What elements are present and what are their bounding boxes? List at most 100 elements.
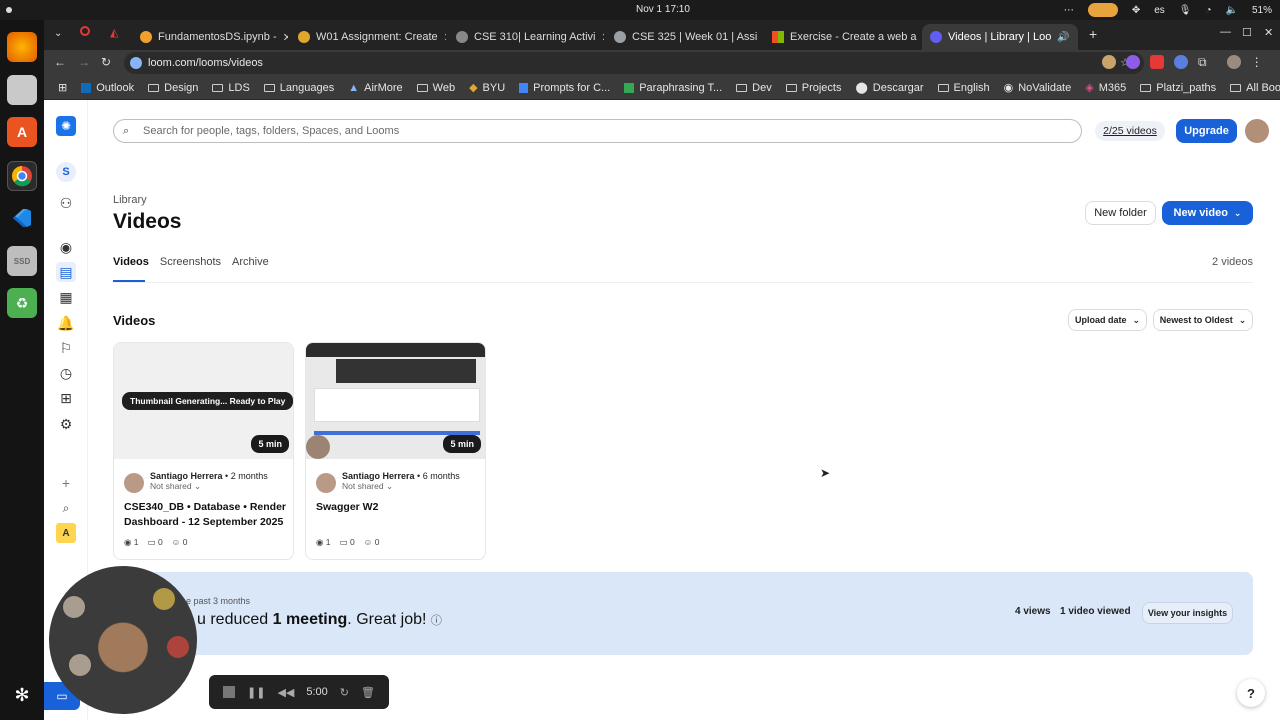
stop-icon[interactable] [223, 686, 235, 698]
calendar-icon[interactable]: ▦ [56, 287, 76, 307]
video-title[interactable]: Swagger W2 [316, 500, 478, 515]
battery-level[interactable]: 51% [1252, 5, 1272, 16]
view-insights-button[interactable]: View your insights [1142, 602, 1233, 624]
breadcrumb[interactable]: Library [113, 194, 147, 206]
volume-icon[interactable]: 🔈 [1226, 5, 1238, 16]
browser-tab[interactable]: CSE 310| Learning Activi ✕ [448, 24, 604, 50]
record-tab-icon[interactable] [80, 26, 90, 36]
profile-icon[interactable]: ◉ [56, 237, 76, 257]
profile-avatar[interactable] [1226, 55, 1241, 69]
extension-icon[interactable] [1126, 55, 1140, 69]
add-user-icon[interactable]: ⚇ [56, 193, 76, 213]
tab-archive[interactable]: Archive [232, 256, 269, 268]
activities-icon[interactable] [6, 7, 12, 13]
tab-screenshots[interactable]: Screenshots [160, 256, 221, 268]
extensions-puzzle-icon[interactable]: ⧉ [1198, 55, 1207, 70]
microphone-icon[interactable]: 🎙 [1179, 5, 1192, 16]
search-input[interactable]: ⌕ Search for people, tags, folders, Spac… [113, 119, 1082, 143]
pinned-tab-icon[interactable]: ◭ [110, 26, 118, 39]
video-thumbnail[interactable]: Thumbnail Generating... Ready to Play 5 … [114, 343, 293, 459]
extension-icon[interactable] [1102, 55, 1116, 69]
new-tab-icon[interactable]: + [1089, 26, 1097, 42]
tab-videos[interactable]: Videos [113, 256, 149, 268]
delete-icon[interactable]: 🗑 [361, 686, 375, 699]
minimize-icon[interactable]: — [1220, 26, 1231, 38]
adblock-icon[interactable] [1150, 55, 1164, 69]
bookmark-item[interactable]: Languages [263, 82, 334, 94]
gift-icon[interactable]: ⊞ [56, 388, 76, 408]
settings-gear-icon[interactable]: ⚙ [56, 414, 76, 434]
rewind-icon[interactable]: ◀◀ [277, 686, 294, 699]
workspace-avatar[interactable]: S [56, 162, 76, 182]
bookmark-item[interactable]: Web [416, 82, 455, 94]
close-window-icon[interactable]: ✕ [1264, 26, 1273, 39]
bookmark-icon[interactable]: ⚐ [56, 338, 76, 358]
sort-order-dropdown[interactable]: Newest to Oldest ⌄ [1153, 309, 1253, 331]
forward-icon[interactable]: → [78, 55, 90, 69]
browser-tab[interactable]: FundamentosDS.ipynb - ✕ [132, 24, 288, 50]
add-icon[interactable]: + [56, 473, 76, 493]
files-icon[interactable] [7, 75, 37, 105]
bookmark-item[interactable]: ⬤ Descargar [855, 81, 923, 95]
firefox-icon[interactable] [7, 32, 37, 62]
keyboard-layout[interactable]: es [1154, 5, 1165, 16]
sort-by-dropdown[interactable]: Upload date ⌄ [1068, 309, 1147, 331]
history-clock-icon[interactable]: ◷ [56, 363, 76, 383]
more-icon[interactable]: ⋯ [1064, 5, 1074, 16]
bookmark-item[interactable]: ◆ BYU [469, 81, 505, 95]
browser-tab-active[interactable]: Videos | Library | Loo 🔊✕ [922, 24, 1078, 50]
browser-tab[interactable]: CSE 325 | Week 01 | Assi✕ [606, 24, 762, 50]
author-name[interactable]: Santiago Herrera [342, 471, 415, 481]
app-center-icon[interactable]: A [7, 117, 37, 147]
author-name[interactable]: Santiago Herrera [150, 471, 223, 481]
vscode-icon[interactable] [7, 203, 37, 233]
menu-kebab-icon[interactable]: ⋮ [1251, 55, 1263, 70]
bookmark-item[interactable]: Prompts for C... [519, 82, 610, 94]
site-info-icon[interactable] [130, 57, 142, 69]
upgrade-button[interactable]: Upgrade [1176, 119, 1237, 143]
sharing-status[interactable]: Not shared [150, 481, 192, 491]
back-icon[interactable]: ← [54, 55, 66, 69]
os-clock[interactable]: Nov 1 17:10 [636, 4, 690, 15]
restart-icon[interactable]: ↻ [340, 686, 349, 699]
bookmark-item[interactable]: LDS [212, 82, 250, 94]
info-icon[interactable]: ⓘ [431, 615, 442, 627]
bookmark-item[interactable]: ▲ AirMore [348, 82, 402, 94]
address-bar[interactable]: loom.com/looms/videos ☆ [124, 52, 1144, 74]
bookmark-item[interactable]: Paraphrasing T... [624, 82, 722, 94]
close-icon[interactable]: ✕ [601, 31, 604, 44]
bookmark-item[interactable]: Outlook [81, 82, 134, 94]
library-icon[interactable]: ▤ [56, 262, 76, 282]
browser-tab[interactable]: Exercise - Create a web a✕ [764, 24, 920, 50]
reload-icon[interactable]: ↻ [101, 55, 111, 69]
bookmark-item[interactable]: Platzi_paths [1140, 82, 1216, 94]
apps-grid-icon[interactable]: ⊞ [58, 81, 67, 94]
search-icon[interactable]: ⌕ [56, 498, 76, 518]
drive-ssd-icon[interactable]: SSD [7, 246, 37, 276]
video-card[interactable]: Thumbnail Generating... Ready to Play 5 … [113, 342, 294, 560]
accessibility-icon[interactable]: ✥ [1132, 5, 1140, 16]
user-initial-avatar[interactable]: A [56, 523, 76, 543]
bookmark-item[interactable]: ◉ NoValidate [1004, 81, 1072, 95]
tab-search-icon[interactable]: ⌄ [54, 28, 62, 39]
avatar[interactable] [1245, 119, 1269, 143]
help-button[interactable]: ? [1237, 679, 1265, 707]
webcam-bubble[interactable] [49, 566, 197, 714]
show-apps-icon[interactable]: ✻ [7, 680, 37, 710]
browser-tab[interactable]: W01 Assignment: Create ✕ [290, 24, 446, 50]
video-thumbnail[interactable]: 5 min [306, 343, 485, 459]
bookmark-item[interactable]: ◈ M365 [1085, 81, 1126, 95]
new-video-button[interactable]: New video ⌄ [1162, 201, 1253, 225]
new-folder-button[interactable]: New folder [1085, 201, 1156, 225]
extension-icon[interactable] [1174, 55, 1188, 69]
audio-icon[interactable]: 🔊 [1057, 32, 1069, 43]
pause-icon[interactable]: ❚❚ [247, 686, 265, 699]
video-title[interactable]: CSE340_DB • Database • Render Dashboard … [124, 500, 286, 530]
bookmark-item[interactable]: Dev [736, 82, 772, 94]
trash-icon[interactable]: ♻ [7, 288, 37, 318]
close-icon[interactable]: ✕ [283, 31, 288, 44]
sharing-status[interactable]: Not shared [342, 481, 384, 491]
loom-logo-icon[interactable]: ✺ [56, 116, 76, 136]
chrome-icon[interactable] [7, 161, 37, 191]
bookmark-item[interactable]: English [937, 82, 990, 94]
